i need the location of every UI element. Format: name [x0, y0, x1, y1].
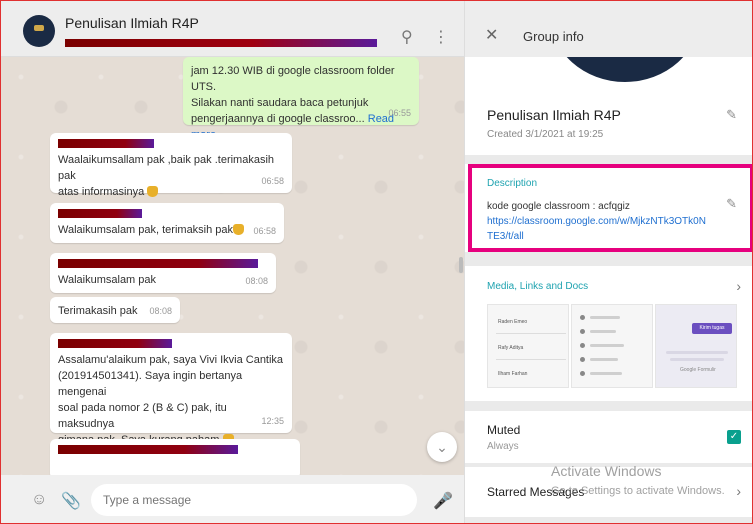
participants-redacted [65, 39, 377, 47]
thumb-text: Google Formulir [680, 367, 716, 373]
media-label: Media, Links and Docs [487, 281, 589, 292]
thumb-bar [590, 372, 622, 375]
muted-checkbox[interactable]: ✓ [727, 430, 741, 444]
message-line: Assalamu'alaikum pak, saya Vivi Ikvia Ca… [58, 354, 284, 366]
thumb-dot [580, 371, 585, 376]
message-incoming: Waalaikumsallam pak ,baik pak .terimakas… [50, 133, 292, 198]
muted-label: Muted [487, 423, 521, 437]
thumb-bar [670, 358, 724, 361]
media-thumbnail[interactable]: Raden Emeo Rafy Aditya Ilham Farhan [487, 304, 569, 388]
message-list: jam 12.30 WIB di google classroom folder… [1, 57, 464, 475]
group-avatar[interactable] [23, 15, 55, 47]
activate-windows-title: Activate Windows [551, 463, 662, 479]
thumb-bar [590, 358, 618, 361]
thumb-bar [590, 330, 616, 333]
edit-name-icon[interactable]: ✎ [726, 107, 737, 123]
thumb-bar [590, 316, 620, 319]
media-thumbnail[interactable]: Kirim tugas Google Formulir [655, 304, 737, 388]
thumb-button: Kirim tugas [692, 323, 732, 334]
info-title: Group info [523, 29, 584, 44]
activate-windows-sub: Go to Settings to activate Windows. [551, 485, 725, 497]
thumb-dot [580, 329, 585, 334]
thumb-dot [580, 343, 585, 348]
description-text: kode google classroom : acfqgiz https://… [487, 199, 727, 244]
close-icon[interactable]: ✕ [485, 25, 498, 45]
attach-icon[interactable]: 📎 [61, 491, 81, 511]
chat-scrollbar[interactable] [459, 257, 463, 273]
message-line: pengerjaannya di google classroo... [191, 113, 365, 125]
message-line: atas informasinya [58, 186, 145, 198]
info-header: ✕ Group info [465, 1, 752, 57]
thumb-divider [496, 359, 566, 360]
chevron-right-icon[interactable]: › [736, 483, 741, 499]
pray-emoji-icon [233, 224, 245, 235]
description-link[interactable]: https://classroom.google.com/w/MjkzNTk3O… [487, 214, 727, 229]
microphone-icon[interactable]: 🎤 [433, 491, 453, 511]
thumb-divider [496, 333, 566, 334]
media-thumbnail[interactable] [571, 304, 653, 388]
edit-description-icon[interactable]: ✎ [726, 196, 737, 212]
thumb-bar [590, 344, 624, 347]
message-outgoing: jam 12.30 WIB di google classroom folder… [183, 57, 419, 141]
message-time: 06:58 [253, 226, 276, 236]
thumb-text: Raden Emeo [498, 319, 528, 325]
chat-title[interactable]: Penulisan Ilmiah R4P [65, 15, 199, 31]
media-card[interactable]: Media, Links and Docs › Raden Emeo Rafy … [465, 266, 752, 401]
message-line: Waalaikumsallam pak ,baik pak .terimakas… [58, 154, 275, 182]
message-incoming: Walaikumsalam pak, terimaksih pak 06:58 [50, 203, 284, 243]
thumb-text: Ilham Farhan [498, 371, 528, 377]
composer: ☺ 📎 🎤 [1, 475, 464, 523]
group-info-panel: ✕ Group info Penulisan Ilmiah R4P Create… [464, 1, 752, 523]
message-incoming: Terimakasih pak 08:08 [50, 297, 180, 323]
thumb-text: Rafy Aditya [498, 345, 524, 351]
muted-card[interactable]: Muted Always ✓ [465, 411, 752, 463]
sender-redacted [58, 259, 258, 268]
chat-pane: Penulisan Ilmiah R4P ⚲ ⋮ jam 12.30 WIB d… [1, 1, 464, 523]
message-line: jam 12.30 WIB di google classroom folder… [191, 65, 395, 93]
sender-redacted [58, 339, 172, 348]
message-time: 06:55 [388, 108, 411, 118]
group-name: Penulisan Ilmiah R4P [487, 107, 621, 123]
message-line: soal pada nomor 2 (B & C) pak, itu maksu… [58, 402, 227, 430]
description-label: Description [487, 178, 538, 189]
sender-redacted [58, 209, 142, 218]
sender-redacted [58, 445, 238, 454]
thumb-bar [666, 351, 728, 354]
description-card: Description kode google classroom : acfq… [465, 164, 752, 252]
message-line: (201914501341). Saya ingin bertanya meng… [58, 370, 243, 398]
scroll-down-button[interactable]: ⌄ [427, 432, 457, 462]
group-photo[interactable] [550, 57, 700, 82]
message-line: Silakan nanti saudara baca petunjuk [191, 97, 369, 109]
chevron-right-icon[interactable]: › [736, 278, 741, 294]
emoji-icon[interactable]: ☺ [31, 491, 47, 509]
pray-emoji-icon [147, 186, 159, 197]
menu-icon[interactable]: ⋮ [433, 27, 449, 47]
chat-header[interactable]: Penulisan Ilmiah R4P ⚲ ⋮ [1, 1, 464, 57]
message-time: 12:35 [261, 416, 284, 426]
message-time: 08:08 [245, 276, 268, 286]
sender-redacted [58, 139, 154, 148]
description-body: kode google classroom : acfqgiz [487, 201, 630, 212]
description-link-cont[interactable]: TE3/t/all [487, 229, 727, 244]
message-time: 06:58 [261, 176, 284, 186]
message-time: 08:08 [149, 306, 172, 316]
created-date: Created 3/1/2021 at 19:25 [487, 129, 604, 140]
message-input[interactable] [91, 484, 417, 516]
message-incoming: Assalamu'alaikum pak, saya Vivi Ikvia Ca… [50, 333, 292, 462]
message-line: Walaikumsalam pak, terimaksih pak [58, 224, 234, 236]
muted-sub: Always [487, 441, 519, 452]
group-photo-area [465, 57, 752, 97]
thumb-dot [580, 357, 585, 362]
group-name-card: Penulisan Ilmiah R4P Created 3/1/2021 at… [465, 97, 752, 155]
message-incoming: Walaikumsalam pak 08:08 [50, 253, 276, 293]
message-incoming [50, 439, 300, 475]
search-icon[interactable]: ⚲ [401, 27, 413, 47]
message-line: Walaikumsalam pak [58, 274, 157, 286]
app-window: Penulisan Ilmiah R4P ⚲ ⋮ jam 12.30 WIB d… [0, 0, 753, 524]
thumb-dot [580, 315, 585, 320]
